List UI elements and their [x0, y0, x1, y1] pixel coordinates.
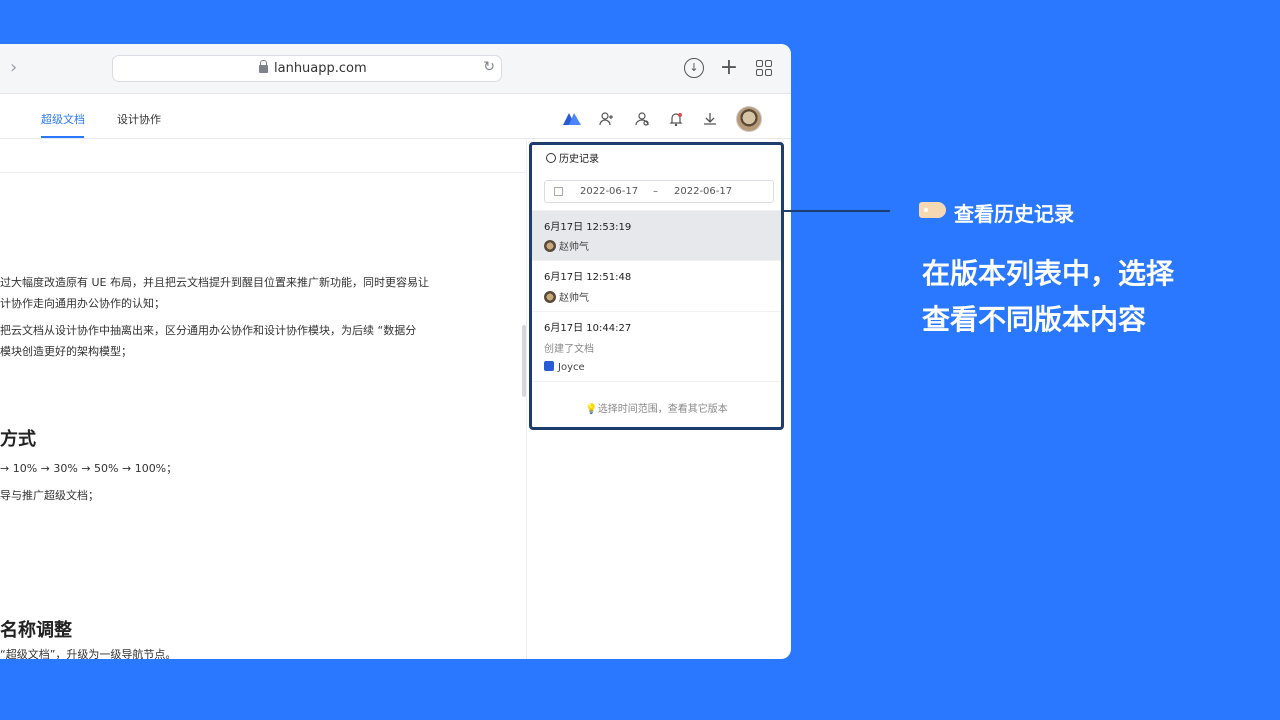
version-time: 6月17日 12:51:48	[544, 272, 632, 283]
lightbulb-icon: 💡	[585, 404, 598, 415]
plus-icon[interactable]: +	[719, 57, 739, 79]
doc-paragraph-line: 把云文档从设计协作中抽离出来，区分通用办公协作和设计协作模块，为后续 “数据分	[0, 324, 417, 337]
date-range-picker[interactable]: 2022-06-17 – 2022-06-17	[544, 180, 774, 203]
version-item[interactable]: 6月17日 12:53:19 赵帅气	[532, 210, 781, 260]
version-time: 6月17日 10:44:27	[544, 323, 632, 334]
version-user: Joyce	[544, 361, 585, 373]
date-from[interactable]: 2022-06-17	[580, 186, 638, 197]
callout-connector-line	[784, 210, 890, 212]
history-title: 历史记录	[546, 150, 599, 165]
address-bar[interactable]: lanhuapp.com ↻	[112, 55, 502, 82]
callout-description-line: 在版本列表中，选择	[922, 257, 1175, 290]
lanhu-logo-icon[interactable]	[563, 111, 581, 127]
share-users-icon[interactable]	[634, 111, 650, 127]
calendar-icon	[554, 187, 563, 196]
bell-icon[interactable]	[668, 111, 684, 127]
doc-heading: 方式	[0, 429, 36, 450]
version-user: 赵帅气	[544, 289, 589, 304]
history-tip-text: 选择时间范围，查看其它版本	[597, 404, 728, 415]
callout-title: 查看历史记录	[954, 202, 1074, 226]
version-user-name: 赵帅气	[559, 293, 589, 304]
tab-super-doc[interactable]: 超级文档	[41, 111, 85, 127]
version-user: 赵帅气	[544, 238, 589, 253]
clock-icon	[546, 153, 556, 163]
history-title-label: 历史记录	[559, 154, 599, 165]
url-text: lanhuapp.com	[274, 61, 367, 76]
doc-paragraph-line: 导与推广超级文档；	[0, 489, 99, 502]
doc-paragraph-line: “超级文档”，升级为一级导航节点。	[0, 648, 177, 659]
lock-icon	[259, 60, 268, 73]
doc-paragraph-line: 计协作走向通用办公协作的认知；	[0, 297, 165, 310]
download-icon[interactable]	[702, 111, 718, 127]
avatar	[544, 240, 556, 252]
version-user-name: 赵帅气	[559, 242, 589, 253]
doc-paragraph-line: 过大幅度改造原有 UE 布局，并且把云文档提升到醒目位置来推广新功能，同时更容易…	[0, 276, 429, 289]
document-editor[interactable]: 过大幅度改造原有 UE 布局，并且把云文档提升到醒目位置来推广新功能，同时更容易…	[0, 139, 527, 659]
version-note: 创建了文档	[544, 344, 594, 355]
doc-heading: 名称调整	[0, 620, 72, 641]
chevron-right-icon[interactable]: ›	[10, 58, 26, 78]
doc-paragraph-line: → 10% → 30% → 50% → 100%；	[0, 462, 178, 475]
grid-icon[interactable]	[756, 60, 772, 76]
history-tip: 💡选择时间范围，查看其它版本	[532, 400, 781, 415]
scrollbar-thumb[interactable]	[522, 325, 526, 397]
tag-icon	[919, 202, 946, 218]
callout-description-line: 查看不同版本内容	[922, 303, 1147, 336]
user-avatar[interactable]	[736, 106, 762, 132]
history-panel: 历史记录 2022-06-17 – 2022-06-17 6月17日 12:53…	[529, 142, 784, 430]
browser-toolbar: › lanhuapp.com ↻ ↓ +	[0, 44, 791, 94]
app-header: 超级文档 设计协作	[0, 94, 791, 139]
doc-paragraph-line: 模块创造更好的架构模型；	[0, 345, 132, 358]
date-to[interactable]: 2022-06-17	[674, 186, 732, 197]
version-user-name: Joyce	[558, 362, 585, 373]
avatar	[544, 361, 554, 371]
toolbar-divider	[0, 172, 527, 173]
download-circle-icon[interactable]: ↓	[684, 58, 704, 78]
version-time: 6月17日 12:53:19	[544, 222, 632, 233]
avatar	[544, 291, 556, 303]
date-separator: –	[653, 186, 658, 197]
tab-design-collab[interactable]: 设计协作	[117, 111, 161, 127]
version-item[interactable]: 6月17日 10:44:27 创建了文档 Joyce	[532, 311, 781, 381]
version-item[interactable]: 6月17日 12:51:48 赵帅气	[532, 260, 781, 311]
add-member-icon[interactable]	[599, 111, 615, 127]
active-tab-indicator	[41, 136, 84, 138]
divider	[532, 381, 781, 382]
reload-icon[interactable]: ↻	[483, 59, 495, 75]
